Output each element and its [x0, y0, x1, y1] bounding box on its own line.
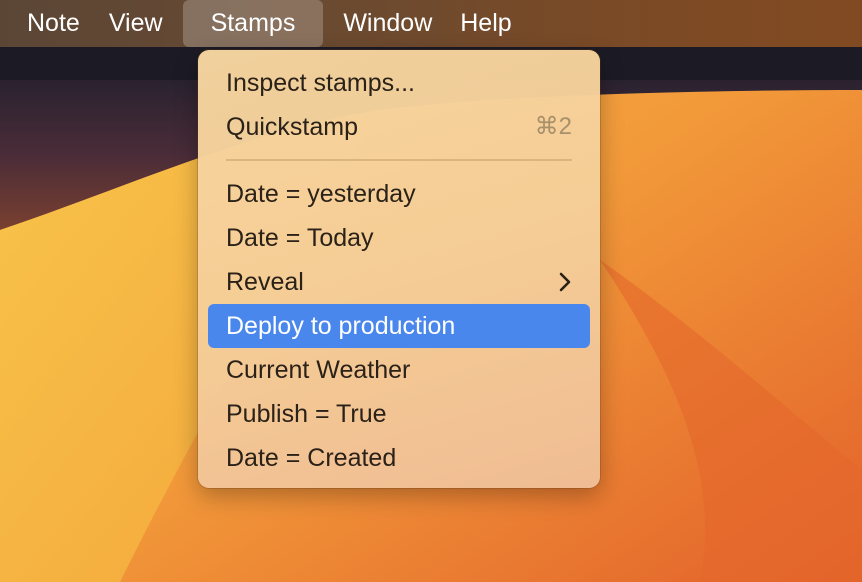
menu-item-date-yesterday[interactable]: Date = yesterday: [208, 172, 590, 216]
keyboard-shortcut: ⌘2: [534, 113, 572, 140]
menubar-item-window[interactable]: Window: [329, 0, 446, 47]
menubar-item-help[interactable]: Help: [446, 0, 525, 47]
menu-item-reveal[interactable]: Reveal: [208, 260, 590, 304]
menubar-item-view[interactable]: View: [95, 0, 177, 47]
menu-item-inspect-stamps[interactable]: Inspect stamps...: [208, 61, 590, 105]
stamps-dropdown-menu: Inspect stamps... Quickstamp ⌘2 Date = y…: [198, 50, 600, 488]
menu-item-deploy-to-production[interactable]: Deploy to production: [208, 304, 590, 348]
menu-item-label: Publish = True: [226, 400, 387, 428]
menu-item-label: Deploy to production: [226, 312, 456, 340]
chevron-right-icon: [558, 260, 572, 304]
menu-item-label: Date = yesterday: [226, 180, 416, 208]
menu-item-date-today[interactable]: Date = Today: [208, 216, 590, 260]
menu-item-label: Reveal: [226, 268, 304, 296]
menu-item-publish-true[interactable]: Publish = True: [208, 392, 590, 436]
menu-item-label: Quickstamp: [226, 113, 358, 141]
menu-separator: [226, 159, 572, 161]
menu-item-label: Date = Created: [226, 444, 397, 472]
menu-item-label: Current Weather: [226, 356, 411, 384]
menu-bar: Note View Stamps Window Help: [0, 0, 862, 47]
menu-item-quickstamp[interactable]: Quickstamp ⌘2: [208, 105, 590, 149]
menubar-item-stamps[interactable]: Stamps: [182, 0, 324, 47]
menu-item-current-weather[interactable]: Current Weather: [208, 348, 590, 392]
menu-item-label: Date = Today: [226, 224, 374, 252]
menu-item-date-created[interactable]: Date = Created: [208, 436, 590, 480]
menubar-item-note[interactable]: Note: [0, 0, 95, 47]
menu-item-label: Inspect stamps...: [226, 69, 415, 97]
